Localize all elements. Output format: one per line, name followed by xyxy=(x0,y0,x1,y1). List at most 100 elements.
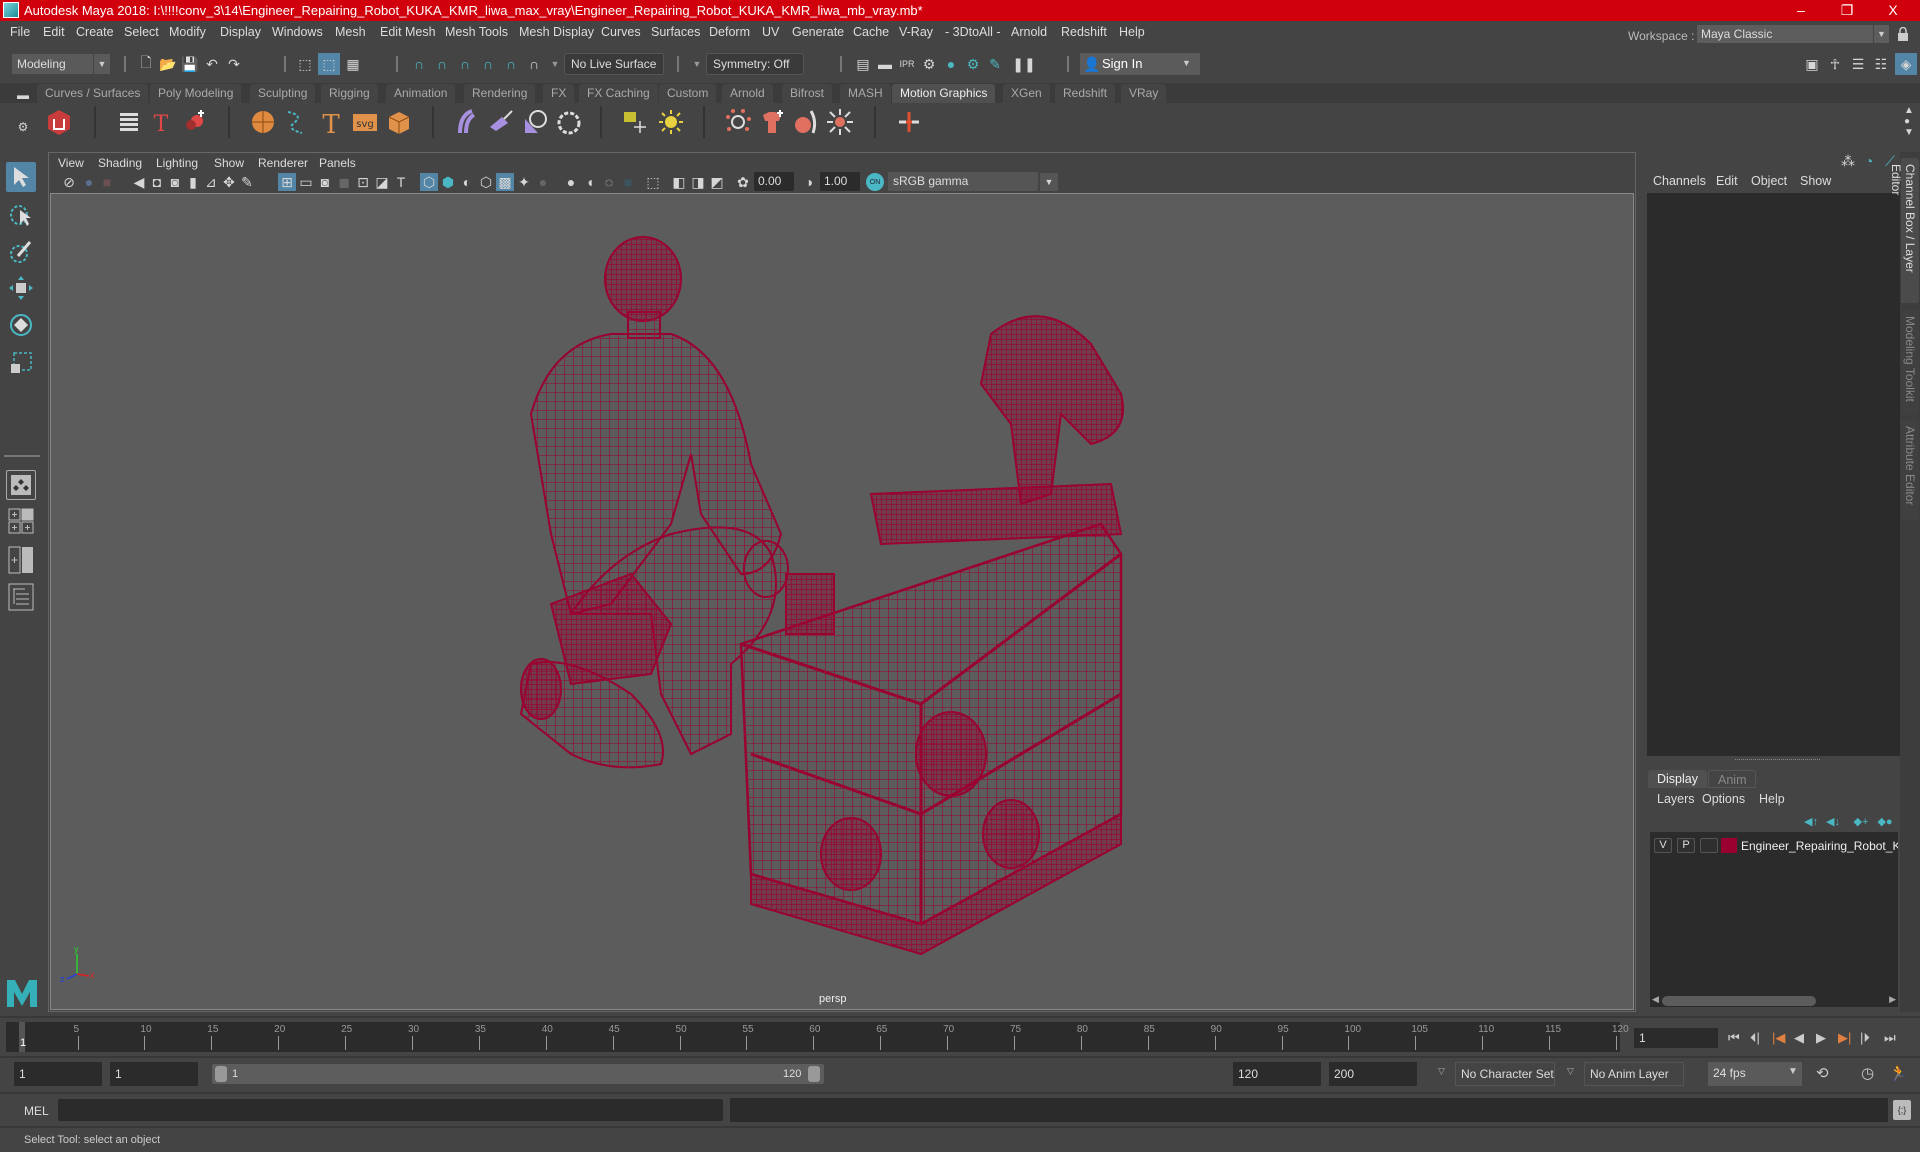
menu-select[interactable]: Select xyxy=(124,25,159,39)
viewport-menu-lighting[interactable]: Lighting xyxy=(156,156,198,170)
snap-grid-icon[interactable]: ∩ xyxy=(410,55,428,73)
range-slider[interactable] xyxy=(212,1064,824,1084)
sweep-icon[interactable] xyxy=(179,107,209,137)
side-tab-attribute-editor[interactable]: Attribute Editor xyxy=(1901,420,1919,520)
symmetry-field[interactable]: Symmetry: Off xyxy=(706,53,804,75)
gamma-icon[interactable]: ◑ xyxy=(800,173,818,191)
step-forward-key-button[interactable]: |⏵ xyxy=(1860,1030,1870,1046)
layer-horizontal-scrollbar[interactable]: ◀ ▶ xyxy=(1650,994,1898,1007)
shelf-tab-xgen[interactable]: XGen xyxy=(1003,84,1050,103)
pause-viewport-icon[interactable]: ❚❚ xyxy=(1012,55,1035,73)
save-scene-icon[interactable]: 💾 xyxy=(181,55,199,73)
loop-icon[interactable]: ⟲ xyxy=(1816,1064,1829,1082)
open-scene-icon[interactable]: 📂 xyxy=(159,55,177,73)
lasso-tool-button[interactable] xyxy=(6,200,36,230)
menu-surfaces[interactable]: Surfaces xyxy=(651,25,700,39)
shelf-tab-fx[interactable]: FX xyxy=(543,84,575,103)
new-layer-icon[interactable]: ◆+ xyxy=(1852,812,1870,830)
scroll-right-icon[interactable]: ▶ xyxy=(1889,994,1896,1005)
light-editor-icon[interactable]: ✎ xyxy=(986,55,1004,73)
select-object-icon[interactable]: ⬚ xyxy=(318,53,340,75)
color-space-dropdown-icon[interactable]: ▼ xyxy=(1040,173,1058,191)
channel-box-menu-edit[interactable]: Edit xyxy=(1716,174,1738,188)
playback-start-field[interactable]: 1 xyxy=(110,1062,198,1086)
shelf-settings-icon[interactable]: ⚙ xyxy=(14,118,32,136)
hypershade-icon[interactable]: ● xyxy=(942,55,960,73)
auto-key-icon[interactable]: ◷ xyxy=(1861,1064,1874,1082)
layer-name[interactable]: Engineer_Repairing_Robot_KUKA_KMR_liwa xyxy=(1741,839,1898,853)
mash-explode-icon[interactable] xyxy=(825,107,855,137)
shelf-tab-rigging[interactable]: Rigging xyxy=(321,84,378,103)
shelf-tab-poly-modeling[interactable]: Poly Modeling xyxy=(150,84,242,103)
tool-settings-icon[interactable]: ☷ xyxy=(1872,55,1890,73)
layer-visibility-toggle[interactable]: V xyxy=(1654,838,1672,853)
select-hierarchy-icon[interactable]: ⬚ xyxy=(296,55,314,73)
type-tool-icon[interactable]: T xyxy=(146,107,176,137)
step-forward-frame-button[interactable]: ▶| xyxy=(1838,1030,1851,1046)
layer-menu-help[interactable]: Help xyxy=(1759,792,1785,806)
use-default-material-icon[interactable]: ◐ xyxy=(458,173,476,191)
animation-preferences-icon[interactable]: 🏃 xyxy=(1889,1064,1908,1082)
xray-joints-icon[interactable]: ◧ xyxy=(670,173,688,191)
four-view-layout-button[interactable] xyxy=(6,506,36,536)
smooth-shade-icon[interactable]: ⬢ xyxy=(439,173,457,191)
menu-cache[interactable]: Cache xyxy=(853,25,889,39)
character-set-select[interactable]: No Character Set xyxy=(1455,1062,1555,1086)
channel-box-menu-channels[interactable]: Channels xyxy=(1653,174,1706,188)
attribute-editor-icon[interactable]: ☰ xyxy=(1849,55,1867,73)
range-end-handle[interactable] xyxy=(808,1066,820,1082)
move-tool-button[interactable] xyxy=(6,273,36,303)
mash-distribute-icon[interactable] xyxy=(723,107,753,137)
shelf-tab-redshift[interactable]: Redshift xyxy=(1055,84,1116,103)
scrollbar-thumb[interactable] xyxy=(1662,996,1816,1006)
character-set-dropdown-icon[interactable]: ▽ xyxy=(1438,1066,1445,1077)
shelf-tab-animation[interactable]: Animation xyxy=(386,84,456,103)
shelf-tab-custom[interactable]: Custom xyxy=(659,84,717,103)
circle-curve-icon[interactable] xyxy=(554,107,584,137)
move-layer-up-icon[interactable]: ◀↑ xyxy=(1802,812,1820,830)
move-layer-down-icon[interactable]: ◀↓ xyxy=(1824,812,1842,830)
gate-mask-icon[interactable]: ◼ xyxy=(335,173,353,191)
panel-splitter[interactable] xyxy=(1735,759,1820,760)
viewport-menu-view[interactable]: View xyxy=(58,156,84,170)
shadows-icon[interactable]: ● xyxy=(534,173,552,191)
menu-file[interactable]: File xyxy=(10,25,30,39)
scroll-left-icon[interactable]: ◀ xyxy=(1652,994,1659,1005)
side-tab-channel-box[interactable]: Channel Box / Layer Editor xyxy=(1889,158,1919,303)
animation-end-field[interactable]: 200 xyxy=(1329,1062,1417,1086)
channel-box-menu-show[interactable]: Show xyxy=(1800,174,1831,188)
menu-windows[interactable]: Windows xyxy=(272,25,323,39)
lights-icon[interactable]: ✦ xyxy=(515,173,533,191)
field-chart-icon[interactable]: ⊡ xyxy=(354,173,372,191)
new-layer-selected-icon[interactable]: ◆● xyxy=(1876,812,1894,830)
sign-in-dropdown-icon[interactable]: ▼ xyxy=(1182,58,1191,68)
shelf-scroll-icon[interactable]: ▲ ● ▼ xyxy=(1900,104,1918,138)
anim-layer-dropdown-icon[interactable]: ▽ xyxy=(1567,1066,1574,1077)
snap-view-plane-icon[interactable]: ∩ xyxy=(479,55,497,73)
mash-dynamics-icon[interactable] xyxy=(791,107,821,137)
render-settings-icon[interactable]: ⚙ xyxy=(920,55,938,73)
fps-dropdown-icon[interactable]: ▼ xyxy=(1788,1066,1798,1077)
side-tab-modeling-toolkit[interactable]: Modeling Toolkit xyxy=(1901,310,1919,415)
grease-pencil-icon[interactable]: ✎ xyxy=(238,173,256,191)
two-view-layout-button[interactable] xyxy=(6,545,36,575)
hud-icon[interactable]: ◩ xyxy=(708,173,726,191)
select-camera-icon[interactable]: ◀ xyxy=(130,173,148,191)
command-input[interactable] xyxy=(58,1099,723,1121)
mash-cloth-icon[interactable] xyxy=(757,107,787,137)
ipr-render-icon[interactable]: IPR xyxy=(898,55,916,73)
depth-of-field-icon[interactable]: ■ xyxy=(619,173,637,191)
scale-tool-button[interactable] xyxy=(6,348,36,378)
menu-mesh[interactable]: Mesh xyxy=(335,25,366,39)
camera-settings-icon[interactable]: ◙ xyxy=(166,173,184,191)
motion-blur-icon[interactable]: ◖ xyxy=(581,173,599,191)
bookmark-icon[interactable]: ▮ xyxy=(184,173,202,191)
undo-icon[interactable]: ↶ xyxy=(203,55,221,73)
minimize-button[interactable]: – xyxy=(1778,0,1824,21)
text-icon[interactable]: T xyxy=(316,107,346,137)
workspace-select[interactable]: Maya Classic xyxy=(1697,25,1873,43)
viewport-menu-shading[interactable]: Shading xyxy=(98,156,142,170)
menu-edit[interactable]: Edit xyxy=(43,25,65,39)
anim-layer-select[interactable]: No Anim Layer xyxy=(1584,1062,1684,1086)
menu-mesh-tools[interactable]: Mesh Tools xyxy=(445,25,508,39)
